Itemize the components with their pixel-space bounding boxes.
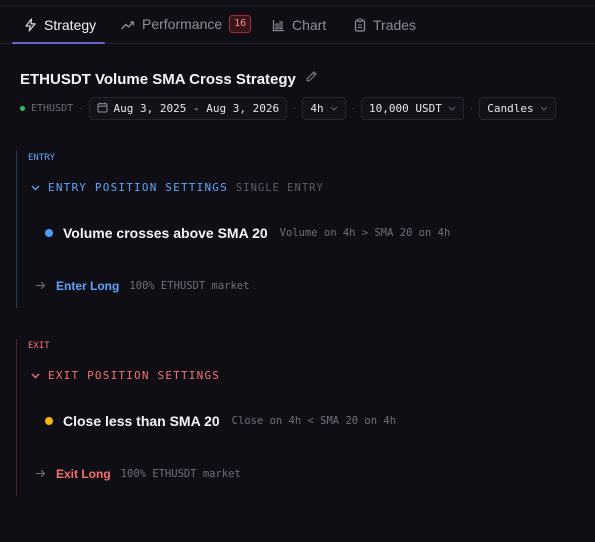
separator: · (293, 103, 297, 114)
arrow-right-icon (35, 277, 46, 295)
tab-chart[interactable]: Chart (272, 6, 326, 44)
entry-settings-toggle[interactable]: ENTRY POSITION SETTINGS SINGLE ENTRY (31, 181, 324, 194)
separator: · (79, 103, 83, 114)
tab-label: Chart (292, 17, 327, 33)
capital-select[interactable]: 10,000 USDT (361, 97, 464, 120)
entry-mode-label: SINGLE ENTRY (235, 181, 324, 194)
lightning-icon (24, 18, 37, 32)
chevron-down-icon (540, 106, 548, 111)
entry-section: ENTRY ENTRY POSITION SETTINGS SINGLE ENT… (16, 151, 450, 308)
chart-icon (272, 19, 285, 32)
tab-strategy[interactable]: Strategy (24, 6, 96, 44)
tab-label: Performance (142, 15, 223, 32)
trend-icon (121, 20, 135, 30)
exit-action-name: Exit Long (56, 467, 111, 481)
clipboard-icon (354, 18, 366, 32)
chevron-down-icon (330, 106, 338, 111)
timeframe-value: 4h (310, 102, 324, 115)
pencil-icon[interactable] (305, 70, 318, 88)
tab-bar: Strategy Performance 16 Chart Trades (0, 6, 595, 44)
active-tab-indicator (12, 42, 105, 44)
strategy-meta-row: ETHUSDT · Aug 3, 2025 - Aug 3, 2026 · 4h… (20, 97, 556, 120)
status-dot (20, 106, 25, 111)
strategy-title: ETHUSDT Volume SMA Cross Strategy (20, 70, 296, 88)
exit-action[interactable]: Exit Long 100% ETHUSDT market (35, 465, 241, 483)
chevron-down-icon (448, 106, 456, 111)
calendar-icon (97, 102, 108, 116)
timeframe-select[interactable]: 4h (302, 97, 346, 120)
chevron-down-icon (31, 369, 40, 382)
symbol-label: ETHUSDT (31, 103, 74, 114)
separator: · (469, 103, 474, 114)
exit-condition-desc: Close on 4h < SMA 20 on 4h (231, 415, 397, 427)
exit-condition[interactable]: Close less than SMA 20 Close on 4h < SMA… (45, 413, 396, 429)
tab-label: Strategy (44, 17, 97, 33)
exit-action-desc: 100% ETHUSDT market (120, 468, 241, 480)
tab-label: Trades (373, 17, 417, 33)
entry-action-desc: 100% ETHUSDT market (129, 280, 250, 292)
exit-section-label: EXIT (28, 341, 50, 351)
entry-condition-title: Volume crosses above SMA 20 (63, 225, 268, 241)
chevron-down-icon (31, 181, 40, 194)
condition-dot (45, 229, 53, 237)
date-range-picker[interactable]: Aug 3, 2025 - Aug 3, 2026 (88, 97, 288, 120)
entry-action-name: Enter Long (56, 279, 120, 293)
date-range-value: Aug 3, 2025 - Aug 3, 2026 (113, 102, 280, 115)
chart-type-select[interactable]: Candles (479, 97, 556, 120)
entry-condition[interactable]: Volume crosses above SMA 20 Volume on 4h… (45, 225, 450, 241)
exit-settings-header: EXIT POSITION SETTINGS (48, 369, 221, 382)
entry-condition-desc: Volume on 4h > SMA 20 on 4h (279, 227, 451, 239)
exit-settings-toggle[interactable]: EXIT POSITION SETTINGS (31, 369, 220, 382)
entry-settings-header: ENTRY POSITION SETTINGS (48, 181, 228, 194)
strategy-title-row: ETHUSDT Volume SMA Cross Strategy (20, 70, 318, 88)
separator: · (351, 103, 356, 114)
tab-performance[interactable]: Performance 16 (121, 6, 252, 44)
exit-condition-title: Close less than SMA 20 (63, 413, 220, 429)
condition-dot (45, 417, 53, 425)
chart-type-value: Candles (487, 102, 534, 115)
arrow-right-icon (35, 465, 46, 483)
tab-trades[interactable]: Trades (354, 6, 416, 44)
entry-action[interactable]: Enter Long 100% ETHUSDT market (35, 277, 249, 295)
performance-count-badge: 16 (229, 14, 252, 33)
entry-section-label: ENTRY (28, 153, 56, 163)
exit-section: EXIT EXIT POSITION SETTINGS Close less t… (16, 339, 396, 496)
capital-value: 10,000 USDT (369, 102, 442, 115)
